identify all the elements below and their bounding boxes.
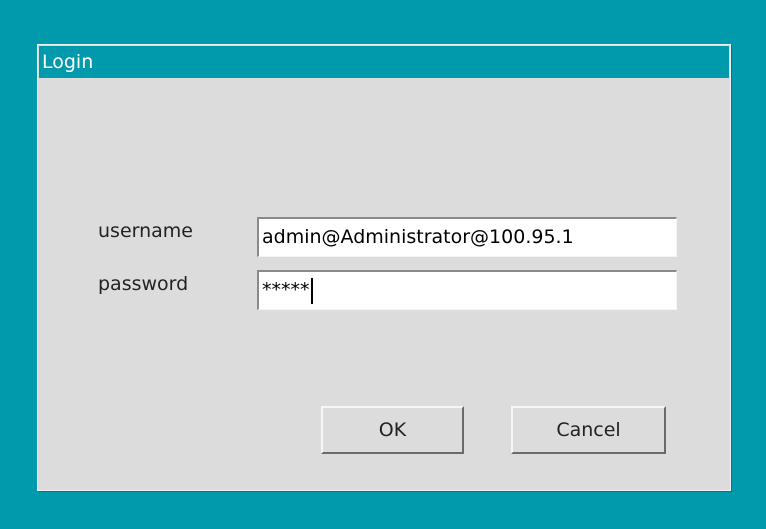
password-value: *****	[262, 279, 310, 301]
username-field[interactable]: admin@Administrator@100.95.1	[257, 217, 677, 257]
password-field[interactable]: *****	[257, 270, 677, 310]
password-label: password	[98, 273, 189, 295]
username-value: admin@Administrator@100.95.1	[262, 226, 574, 248]
login-dialog: Login username admin@Administrator@100.9…	[37, 44, 731, 491]
username-label: username	[98, 220, 193, 242]
dialog-title: Login	[39, 46, 729, 78]
cancel-button[interactable]: Cancel	[511, 406, 666, 454]
ok-button[interactable]: OK	[321, 406, 464, 454]
text-caret	[310, 277, 313, 304]
